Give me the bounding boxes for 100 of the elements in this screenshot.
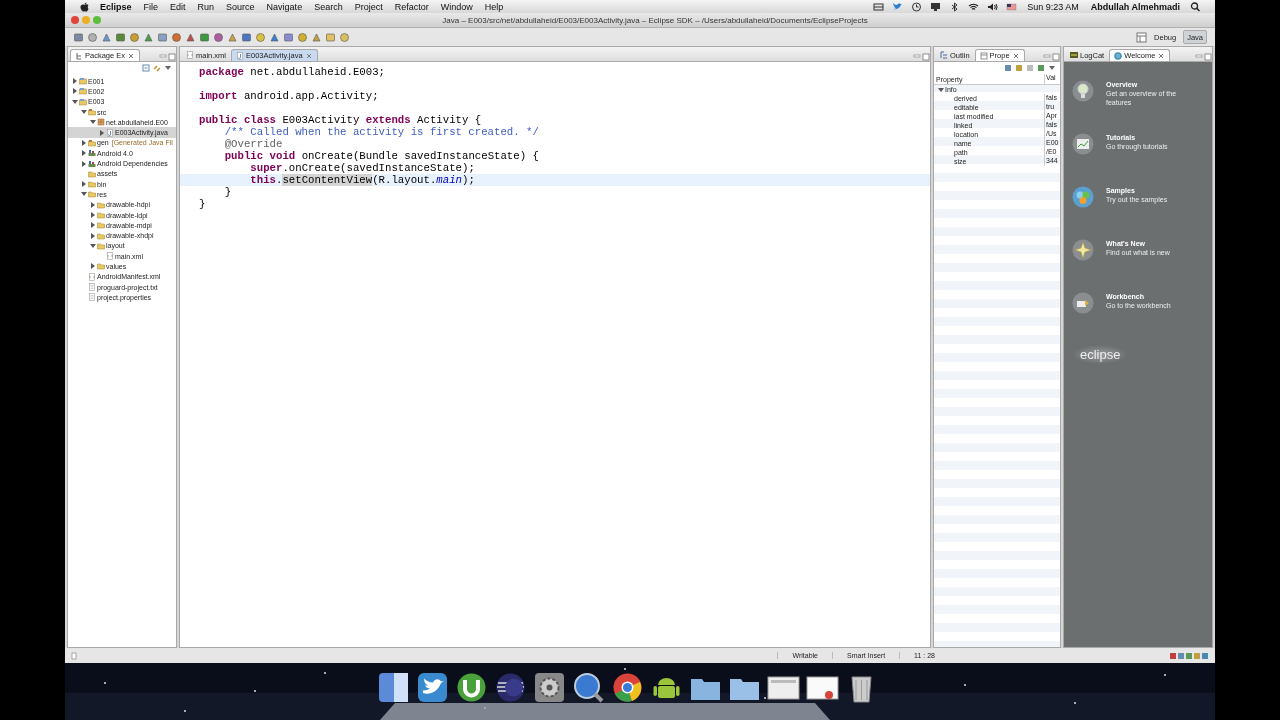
expand-arrow-icon[interactable] — [81, 160, 87, 167]
expand-arrow-icon[interactable] — [938, 86, 944, 93]
chart-icon[interactable] — [1072, 133, 1094, 155]
expand-arrow-icon[interactable] — [90, 222, 96, 229]
chrome-icon[interactable] — [611, 671, 644, 704]
window-title: Java – E003/src/net/abdullaheid/E003/E003Activity.java – Eclipse SDK – /Users/abdullaheid/Documents/EclipseProjects — [441, 15, 869, 25]
user-name[interactable]: Abdullah Almehmadi — [1084, 1, 1186, 12]
menu-item[interactable]: Window — [434, 1, 479, 12]
sphere-icon[interactable] — [494, 671, 527, 704]
hierarchy-icon — [75, 51, 83, 60]
code-line: } — [223, 186, 233, 198]
expand-arrow-icon[interactable] — [90, 201, 96, 208]
expand-arrow-icon[interactable] — [90, 212, 96, 218]
menu-item[interactable]: Run — [191, 1, 221, 12]
workbench-icon[interactable] — [1072, 292, 1094, 314]
menu-clock[interactable]: Sun 9:23 AM — [1021, 1, 1085, 12]
code-line: super.onCreate(savedInstanceState); — [249, 162, 476, 174]
expand-arrow-icon[interactable] — [81, 181, 87, 188]
menu-item[interactable]: Help — [478, 1, 510, 12]
menu-item[interactable]: Source — [220, 1, 261, 12]
tool-icon[interactable] — [185, 31, 196, 43]
tool-icon[interactable] — [339, 31, 350, 43]
tool-icon[interactable] — [129, 31, 140, 43]
code-line: package net.abdullaheid.E003; — [198, 66, 386, 78]
tool-icon[interactable] — [87, 31, 98, 43]
link-icon[interactable] — [153, 64, 161, 72]
code-line: public void onCreate(Bundle savedInstanceState) { — [223, 150, 540, 162]
search-icon[interactable] — [1190, 1, 1201, 12]
view-menu-icon[interactable] — [164, 64, 172, 72]
bird-icon[interactable] — [416, 671, 449, 704]
close-icon[interactable] — [1157, 51, 1166, 60]
menu-item[interactable]: Project — [348, 1, 389, 12]
gear-icon[interactable] — [533, 671, 566, 704]
eclipse-logo: eclipse — [1072, 345, 1129, 364]
apple-icon[interactable] — [79, 1, 90, 12]
menu-item[interactable]: Refactor — [388, 1, 435, 12]
source-folder-icon — [88, 108, 96, 117]
tool-icon[interactable] — [157, 31, 168, 43]
app-menu[interactable]: Eclipse — [94, 1, 138, 12]
tool-icon[interactable] — [101, 31, 112, 43]
tool-icon[interactable] — [171, 31, 182, 43]
tray-icon[interactable] — [873, 1, 885, 12]
tool-icon[interactable] — [227, 31, 238, 43]
expand-arrow-icon[interactable] — [90, 242, 96, 249]
clock-icon[interactable] — [911, 1, 923, 12]
menu-item[interactable]: Search — [308, 1, 349, 12]
tool-icon[interactable] — [311, 31, 322, 43]
tool-icon[interactable] — [241, 31, 252, 43]
java-file-icon — [236, 51, 244, 60]
expand-arrow-icon[interactable] — [81, 109, 87, 116]
expand-arrow-icon[interactable] — [72, 88, 78, 95]
expand-arrow-icon[interactable] — [90, 232, 96, 239]
code-line: @Override — [223, 138, 284, 150]
tool-icon[interactable] — [325, 31, 336, 43]
menu-item[interactable]: File — [137, 1, 165, 12]
tool-icon[interactable] — [199, 31, 210, 43]
code-line: import android.app.Activity; — [198, 90, 380, 102]
menu-item[interactable]: Edit — [164, 1, 192, 12]
expand-arrow-icon[interactable] — [81, 150, 87, 157]
tool-icon[interactable] — [255, 31, 266, 43]
xml-file-icon — [88, 272, 96, 281]
torrent-icon[interactable] — [455, 671, 488, 704]
expand-arrow-icon[interactable] — [81, 139, 87, 146]
tool-icon[interactable] — [143, 31, 154, 43]
close-icon[interactable] — [304, 51, 313, 60]
monitor-icon[interactable] — [930, 1, 942, 12]
table-icon — [979, 51, 988, 60]
collapse-all-icon[interactable] — [142, 64, 150, 72]
close-icon[interactable] — [1011, 51, 1020, 60]
menu-item[interactable]: Navigate — [260, 1, 309, 12]
code-line: /** Called when the activity is first created. */ — [223, 126, 540, 138]
tool-icon[interactable] — [297, 31, 308, 43]
expand-arrow-icon[interactable] — [90, 263, 96, 270]
open-perspective-icon[interactable] — [1136, 31, 1148, 43]
wifi-icon[interactable] — [968, 1, 980, 12]
folder-icon — [97, 262, 105, 271]
expand-arrow-icon[interactable] — [99, 129, 105, 136]
close-button[interactable] — [71, 16, 79, 24]
code-line: } — [198, 198, 207, 210]
tool-icon[interactable] — [115, 31, 126, 43]
star-icon[interactable] — [1072, 239, 1094, 261]
expand-arrow-icon[interactable] — [81, 191, 87, 198]
magnifier-icon[interactable] — [572, 671, 605, 704]
log-icon — [1070, 51, 1078, 59]
expand-arrow-icon[interactable] — [90, 119, 96, 126]
view-menu-icon[interactable] — [1048, 64, 1056, 72]
package-icon — [97, 118, 105, 127]
tool-icon[interactable] — [213, 31, 224, 43]
code-line: public class E003Activity extends Activity { — [198, 114, 483, 126]
tool-icon[interactable] — [283, 31, 294, 43]
flag-icon[interactable] — [1006, 1, 1018, 12]
tool-icon[interactable] — [269, 31, 280, 43]
tool-icon[interactable] — [73, 31, 84, 43]
expand-arrow-icon[interactable] — [72, 98, 78, 105]
xml-file-icon — [186, 51, 194, 59]
shapes-icon[interactable] — [1072, 186, 1094, 208]
speaker-icon[interactable] — [987, 1, 999, 12]
expand-arrow-icon[interactable] — [72, 78, 78, 85]
close-icon[interactable] — [127, 51, 136, 60]
java-file-icon — [106, 128, 114, 137]
